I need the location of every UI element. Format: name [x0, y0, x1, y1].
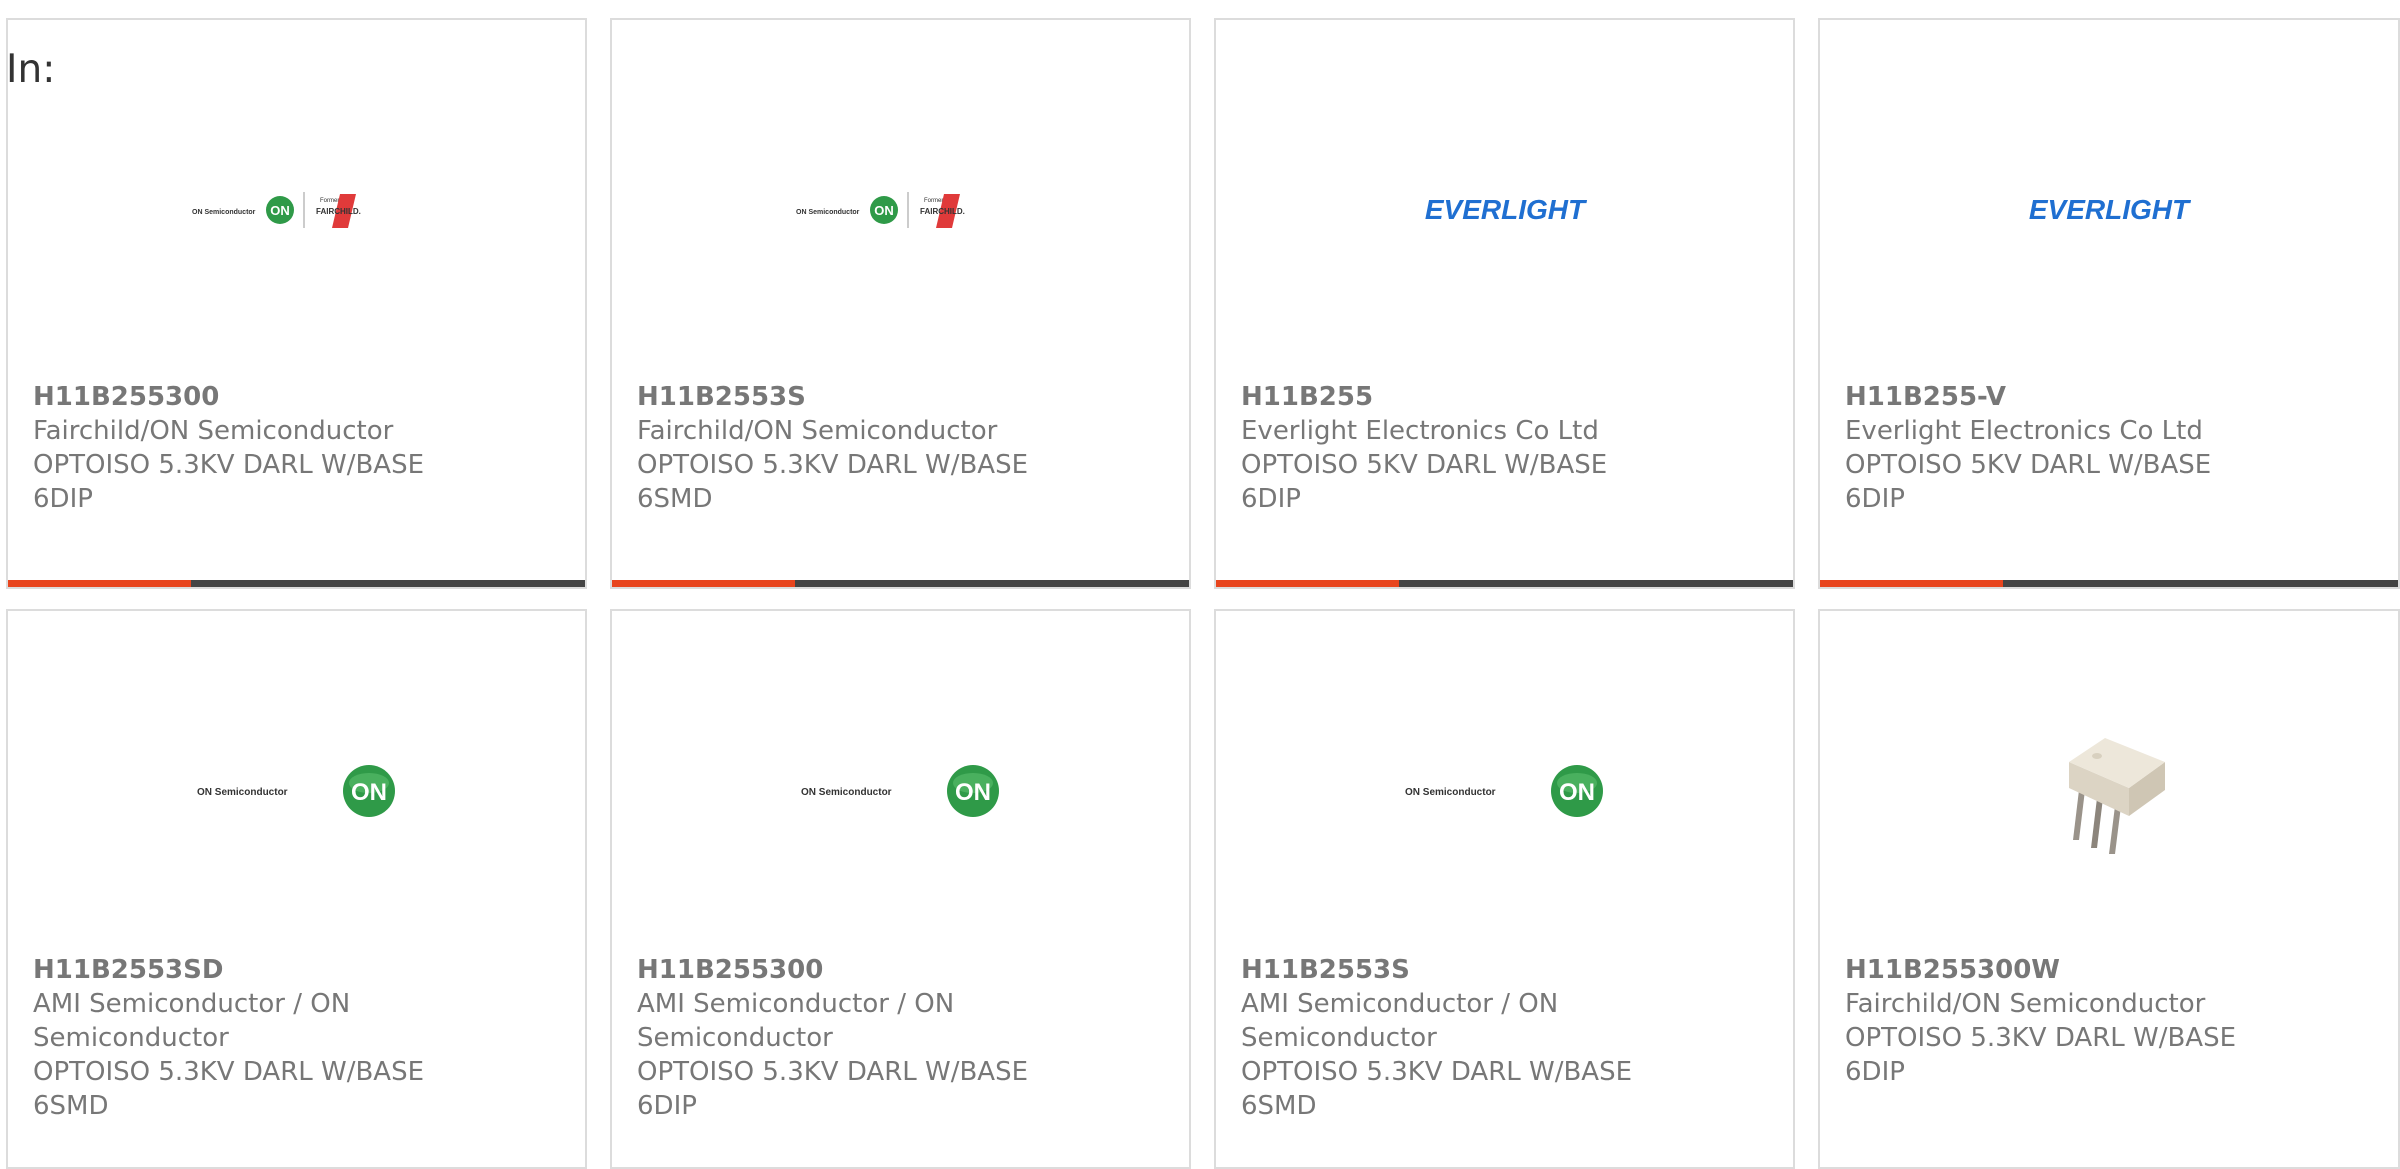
card-bar — [1216, 580, 1793, 587]
svg-text:ON Semiconductor: ON Semiconductor — [197, 787, 288, 798]
package: 6DIP — [637, 1091, 697, 1121]
product-card[interactable]: ON Semiconductor ON Formerly FAIRCHILD. … — [610, 18, 1191, 589]
package: 6SMD — [33, 1091, 109, 1121]
description: OPTOISO 5.3KV DARL W/BASE — [33, 450, 425, 480]
package: 6DIP — [33, 484, 93, 514]
svg-text:ON: ON — [955, 779, 991, 806]
part-number[interactable]: H11B255-V — [1845, 380, 2388, 414]
svg-text:FAIRCHILD.: FAIRCHILD. — [920, 207, 965, 216]
filter-label: In: — [6, 47, 56, 92]
part-number[interactable]: H11B255300 — [637, 953, 1179, 987]
on-semiconductor-logo: ON Semiconductor ON — [612, 751, 1189, 831]
product-card[interactable]: EVERLIGHT H11B255 Everlight Electronics … — [1214, 18, 1795, 589]
product-card[interactable]: ON Semiconductor ON H11B2553SD AMI Semic… — [6, 609, 587, 1169]
product-card[interactable]: ON Semiconductor ON Formerly FAIRCHILD. … — [6, 18, 587, 589]
card-bar — [8, 580, 585, 587]
description: OPTOISO 5.3KV DARL W/BASE — [637, 450, 1029, 480]
package: 6SMD — [637, 484, 713, 514]
card-bar — [1820, 580, 2398, 587]
card-bar — [612, 580, 1189, 587]
svg-text:FAIRCHILD.: FAIRCHILD. — [316, 207, 361, 216]
package: 6DIP — [1845, 484, 1905, 514]
description: OPTOISO 5.3KV DARL W/BASE — [33, 1057, 425, 1087]
part-number[interactable]: H11B2553SD — [33, 953, 575, 987]
product-card[interactable]: EVERLIGHT H11B255-V Everlight Electronic… — [1818, 18, 2400, 589]
svg-text:EVERLIGHT: EVERLIGHT — [2029, 194, 2192, 225]
card-bar-accent — [1820, 580, 2003, 587]
svg-text:ON Semiconductor: ON Semiconductor — [1405, 787, 1496, 798]
svg-text:EVERLIGHT: EVERLIGHT — [1424, 194, 1587, 225]
svg-text:ON: ON — [874, 203, 894, 218]
svg-text:ON: ON — [351, 779, 387, 806]
svg-text:ON Semiconductor: ON Semiconductor — [796, 209, 860, 216]
part-number[interactable]: H11B2553S — [637, 380, 1179, 414]
on-semiconductor-logo: ON Semiconductor ON — [8, 751, 585, 831]
part-number[interactable]: H11B255300 — [33, 380, 575, 414]
part-number[interactable]: H11B255 — [1241, 380, 1783, 414]
description: OPTOISO 5.3KV DARL W/BASE — [1241, 1057, 1633, 1087]
svg-text:ON: ON — [1559, 779, 1595, 806]
package: 6SMD — [1241, 1091, 1317, 1121]
description: OPTOISO 5.3KV DARL W/BASE — [1845, 1023, 2237, 1053]
manufacturer: Fairchild/ON Semiconductor — [637, 416, 998, 446]
card-bar-accent — [8, 580, 191, 587]
manufacturer: Everlight Electronics Co Ltd — [1845, 416, 2203, 446]
svg-text:ON: ON — [270, 203, 290, 218]
manufacturer: Fairchild/ON Semiconductor — [33, 416, 394, 446]
on-semiconductor-logo: ON Semiconductor ON — [1216, 751, 1793, 831]
card-bar-accent — [1216, 580, 1399, 587]
manufacturer: AMI Semiconductor / ON Semiconductor — [1241, 989, 1559, 1053]
fairchild-on-logo: ON Semiconductor ON Formerly FAIRCHILD. — [612, 170, 1189, 250]
part-number[interactable]: H11B2553S — [1241, 953, 1783, 987]
svg-text:ON Semiconductor: ON Semiconductor — [801, 787, 892, 798]
description: OPTOISO 5KV DARL W/BASE — [1241, 450, 1608, 480]
manufacturer: Everlight Electronics Co Ltd — [1241, 416, 1599, 446]
card-bar-accent — [612, 580, 795, 587]
manufacturer: AMI Semiconductor / ON Semiconductor — [637, 989, 955, 1053]
product-card[interactable]: ON Semiconductor ON H11B255300 AMI Semic… — [610, 609, 1191, 1169]
product-card[interactable]: ON Semiconductor ON H11B2553S AMI Semico… — [1214, 609, 1795, 1169]
part-number[interactable]: H11B255300W — [1845, 953, 2388, 987]
description: OPTOISO 5.3KV DARL W/BASE — [637, 1057, 1029, 1087]
fairchild-on-logo: ON Semiconductor ON Formerly FAIRCHILD. — [8, 170, 585, 250]
everlight-logo: EVERLIGHT — [1216, 170, 1793, 250]
package: 6DIP — [1845, 1057, 1905, 1087]
product-card[interactable]: H11B255300W Fairchild/ON Semiconductor O… — [1818, 609, 2400, 1169]
dip6-package-image — [1820, 723, 2398, 863]
logo-text: ON Semiconductor — [192, 209, 256, 216]
manufacturer: Fairchild/ON Semiconductor — [1845, 989, 2206, 1019]
description: OPTOISO 5KV DARL W/BASE — [1845, 450, 2212, 480]
everlight-logo: EVERLIGHT — [1820, 170, 2398, 250]
package: 6DIP — [1241, 484, 1301, 514]
manufacturer: AMI Semiconductor / ON Semiconductor — [33, 989, 351, 1053]
